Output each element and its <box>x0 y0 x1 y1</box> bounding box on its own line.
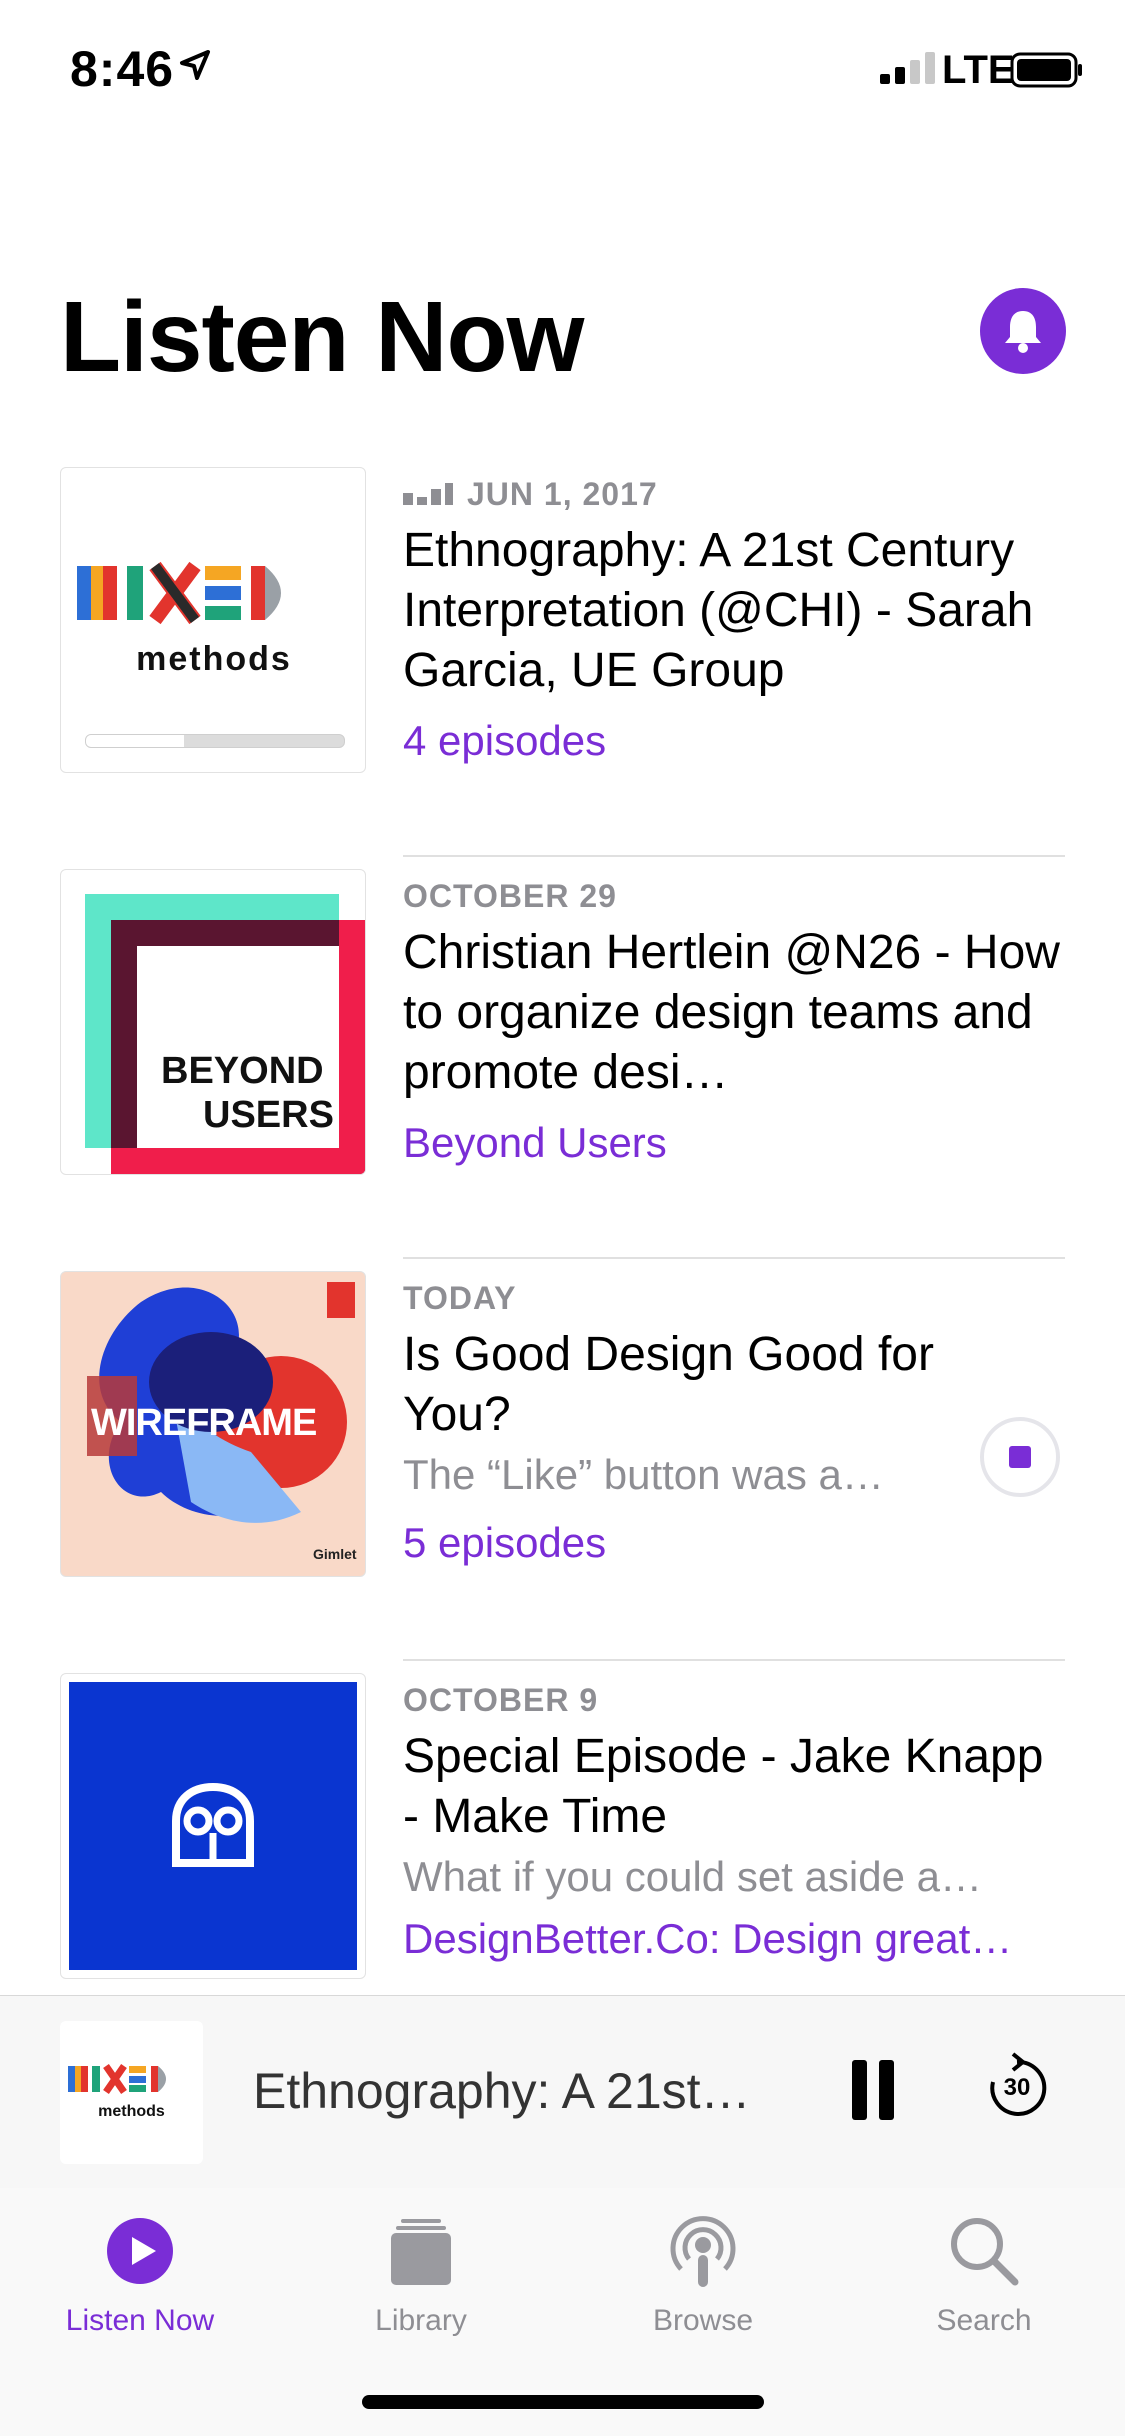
notifications-button[interactable] <box>980 288 1066 374</box>
status-bar: 8:46 LTE <box>0 0 1125 140</box>
tab-label: Library <box>375 2304 467 2337</box>
bell-icon <box>1005 311 1041 353</box>
pause-button[interactable] <box>852 2060 894 2120</box>
episode-title: Special Episode - Jake Knapp - Make Time <box>403 1730 1044 1843</box>
episode-date: OCTOBER 9 <box>403 1681 599 1718</box>
artwork-text-line-2: USERS <box>203 1094 334 1136</box>
episode-title: Is Good Design Good for You? <box>403 1328 934 1441</box>
tab-search[interactable]: Search <box>884 2206 1084 2338</box>
episode-show-link[interactable]: Beyond Users <box>403 1115 1063 1171</box>
artwork-badge: Gimlet <box>313 1546 357 1562</box>
location-arrow-icon <box>180 50 210 80</box>
signal-bars-icon <box>403 483 453 505</box>
mixed-methods-mini-logo <box>68 2064 166 2094</box>
episode-show-link[interactable]: DesignBetter.Co: Design great… <box>403 1911 1063 1967</box>
episode-row[interactable]: methods JUN 1, 2017 Ethnography: A 21st … <box>0 455 1125 857</box>
artwork-blue-panel <box>69 1682 357 1970</box>
progress-bar <box>85 734 345 748</box>
network-type: LTE <box>942 48 1015 92</box>
episode-artwork[interactable]: WIREFRAME Gimlet <box>60 1271 366 1577</box>
episode-date: OCTOBER 29 <box>403 877 617 914</box>
artwork-text: WIREFRAME <box>91 1402 317 1444</box>
tab-browse[interactable]: Browse <box>603 2206 803 2338</box>
tab-label: Search <box>936 2304 1032 2337</box>
episode-date-text: JUN 1, 2017 <box>467 475 658 512</box>
mini-player[interactable]: methods Ethnography: A 21st… 30 <box>0 1995 1125 2189</box>
episode-title: Christian Hertlein @N26 - How to organiz… <box>403 926 1060 1099</box>
artwork-text-line-1: BEYOND <box>161 1050 324 1092</box>
tab-listen-now[interactable]: Listen Now <box>40 2206 240 2338</box>
battery-icon <box>1010 52 1082 88</box>
signal-strength-icon <box>880 52 935 84</box>
home-indicator[interactable] <box>362 2395 764 2409</box>
mini-artwork-text: methods <box>98 2103 165 2120</box>
library-icon <box>391 2219 451 2285</box>
episode-date: JUN 1, 2017 <box>403 473 1063 515</box>
tab-label: Listen Now <box>65 2304 215 2337</box>
mini-player-title[interactable]: Ethnography: A 21st… <box>253 2062 773 2120</box>
stop-icon <box>1009 1446 1031 1468</box>
episode-artwork[interactable]: methods <box>60 467 366 773</box>
episode-description: The “Like” button was a… <box>403 1451 884 1498</box>
skip-forward-button[interactable]: 30 <box>985 2050 1049 2120</box>
mixed-methods-logo <box>77 561 281 625</box>
status-time: 8:46 <box>70 41 175 97</box>
tab-label: Browse <box>652 2304 754 2337</box>
episode-description: What if you could set aside a… <box>403 1853 982 1900</box>
page-title: Listen Now <box>60 281 584 393</box>
play-circle-icon <box>107 2218 173 2284</box>
episode-date: TODAY <box>403 1279 517 1316</box>
progress-fill <box>86 735 185 747</box>
tab-library[interactable]: Library <box>321 2206 521 2338</box>
mini-player-artwork[interactable]: methods <box>60 2021 203 2164</box>
episode-title: Ethnography: A 21st Century Interpretati… <box>403 524 1034 697</box>
owl-logo-icon <box>172 1782 254 1867</box>
episode-row[interactable]: BEYOND USERS OCTOBER 29 Christian Hertle… <box>0 857 1125 1259</box>
episode-row[interactable]: WIREFRAME Gimlet TODAY Is Good Design Go… <box>0 1259 1125 1661</box>
stop-download-button[interactable] <box>980 1417 1060 1497</box>
episode-show-link[interactable]: 5 episodes <box>403 1515 963 1571</box>
episode-artwork[interactable]: BEYOND USERS <box>60 869 366 1175</box>
podcast-icon <box>670 2216 736 2287</box>
skip-seconds: 30 <box>1003 2074 1031 2101</box>
episode-show-link[interactable]: 4 episodes <box>403 713 1063 769</box>
episode-artwork[interactable] <box>60 1673 366 1979</box>
search-icon <box>951 2218 1019 2286</box>
artwork-text: methods <box>136 640 292 678</box>
